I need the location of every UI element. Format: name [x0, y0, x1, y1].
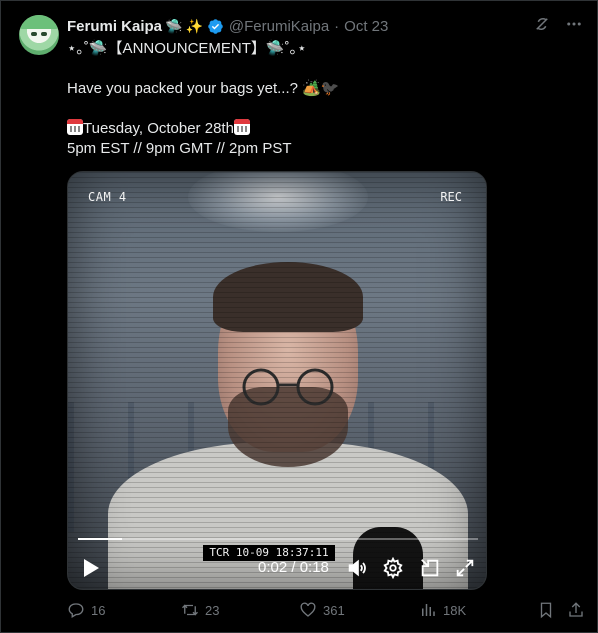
tweet[interactable]: Ferumi Kaipa 🛸 ✨ @FerumiKaipa · Oct 23 ⋆	[0, 0, 598, 633]
rec-label: REC	[440, 190, 462, 204]
heart-icon	[300, 602, 316, 617]
video-player[interactable]: CAM 4 REC TCR 10-09 18:37:11 0:02 / 0:18	[67, 171, 487, 590]
bookmark-button[interactable]	[537, 601, 561, 619]
user-handle[interactable]: @FerumiKaipa	[229, 18, 329, 35]
verified-badge-icon[interactable]	[207, 18, 224, 35]
avatar[interactable]	[19, 15, 59, 55]
event-date: Tuesday, October 28th	[83, 120, 234, 137]
views-count: 18K	[443, 602, 467, 618]
repost-count: 23	[205, 602, 220, 618]
calendar-icon	[67, 119, 83, 135]
volume-icon[interactable]	[346, 557, 368, 584]
video-time: 0:02 / 0:18	[258, 559, 329, 576]
tweet-header: Ferumi Kaipa 🛸 ✨ @FerumiKaipa · Oct 23	[67, 16, 388, 36]
tweet-line-date: Tuesday, October 28th	[67, 119, 250, 139]
tweet-actions: 16 23 361 18K	[67, 601, 587, 621]
reply-icon	[68, 603, 84, 618]
sparkles-emoji: ✨	[185, 18, 203, 34]
repost-button[interactable]: 23	[181, 601, 219, 619]
fullscreen-icon[interactable]	[454, 557, 476, 584]
like-button[interactable]: 361	[299, 601, 345, 619]
grok-icon[interactable]	[533, 15, 551, 33]
more-icon[interactable]	[565, 15, 583, 33]
bookmark-icon	[540, 602, 552, 619]
video-controls: 0:02 / 0:18	[68, 550, 486, 589]
picture-in-picture-icon[interactable]	[419, 557, 441, 584]
play-icon[interactable]	[82, 558, 100, 583]
like-count: 361	[323, 602, 345, 618]
calendar-icon	[233, 119, 250, 135]
reply-count: 16	[91, 602, 106, 618]
ufo-emoji: 🛸	[165, 18, 183, 34]
cam-label: CAM 4	[88, 190, 127, 204]
settings-icon[interactable]	[382, 556, 404, 584]
video-progress-bar[interactable]	[78, 538, 478, 540]
share-icon	[569, 602, 583, 617]
views-icon	[422, 604, 435, 616]
separator: ·	[334, 17, 340, 35]
repost-icon	[182, 604, 198, 616]
views-button[interactable]: 18K	[419, 601, 466, 619]
tweet-line-times: 5pm EST // 9pm GMT // 2pm PST	[67, 140, 292, 157]
reply-button[interactable]: 16	[67, 601, 105, 619]
video-progress-fill	[78, 538, 122, 540]
display-name[interactable]: Ferumi Kaipa	[67, 18, 162, 35]
top-actions	[533, 15, 583, 33]
tweet-line-question: Have you packed your bags yet...? 🏕️🐦‍⬛	[67, 80, 340, 97]
announcement-line: ⋆｡˚🛸【ANNOUNCEMENT】🛸˚｡⋆	[67, 40, 307, 57]
post-date[interactable]: Oct 23	[344, 18, 388, 35]
share-button[interactable]	[567, 601, 591, 619]
